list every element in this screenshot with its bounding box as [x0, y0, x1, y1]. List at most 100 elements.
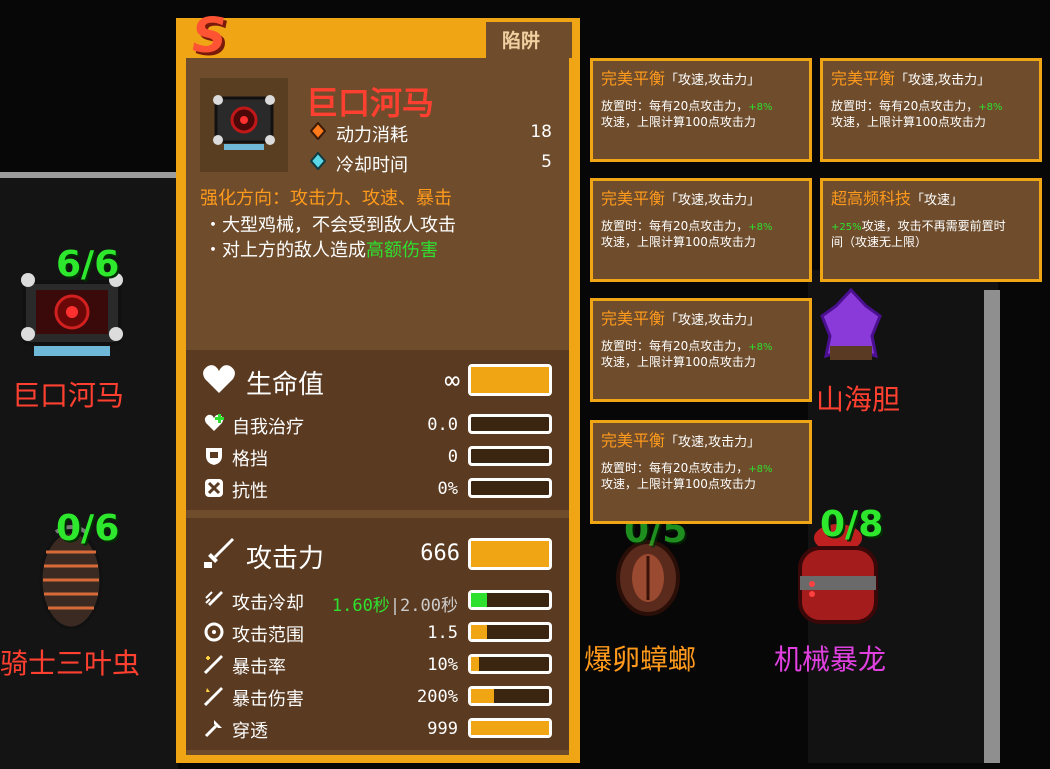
attack-cooldown-label: 攻击冷却 — [232, 593, 304, 614]
crit-rate-bar-fill — [471, 657, 479, 671]
heal-icon — [204, 414, 224, 436]
unit-count: 6/6 — [56, 244, 120, 285]
perk-name: 超高频科技 — [831, 189, 912, 208]
perk-tags: 「攻速,攻击力」 — [665, 435, 761, 450]
attack-speed-icon — [204, 590, 224, 614]
perk-desc-prefix: 放置时：每有20点攻击力， — [601, 339, 749, 353]
attack-range-bar — [468, 622, 552, 642]
perk-card[interactable]: 超高频科技「攻速」 +25%攻速，攻击不再需要前置时 间（攻速无上限） — [820, 178, 1042, 282]
perk-desc-bonus: +8% — [748, 464, 773, 475]
pierce-label: 穿透 — [232, 721, 268, 742]
unit-name: 骑士三叶虫 — [0, 647, 141, 680]
unit-slot-hippo[interactable]: 6/6 巨口河马 — [0, 240, 150, 420]
perk-card[interactable]: 完美平衡「攻速,攻击力」 放置时：每有20点攻击力，+8% 攻速，上限计算100点… — [590, 298, 812, 402]
perk-desc-prefix: 放置时：每有20点攻击力， — [601, 99, 749, 113]
unit-name: 机械暴龙 — [774, 643, 887, 676]
perk-card[interactable]: 完美平衡「攻速,攻击力」 放置时：每有20点攻击力，+8% 攻速，上限计算100点… — [590, 178, 812, 282]
block-bar — [468, 446, 552, 466]
perk-desc-bonus: +8% — [748, 342, 773, 353]
unit-name: 爆卵蟑螂 — [584, 643, 697, 676]
unit-count: 0/6 — [56, 508, 120, 549]
resistance-icon — [204, 478, 224, 502]
attack-bar — [468, 538, 552, 570]
perk-tags: 「攻速,攻击力」 — [665, 73, 761, 88]
unit-slot-cockroach[interactable]: 0/5 爆卵蟑螂 — [584, 510, 714, 680]
perk-name: 完美平衡 — [601, 431, 666, 450]
energy-label: 动力消耗 — [336, 125, 408, 146]
attack-title: 攻击力 — [246, 544, 325, 574]
hp-title: 生命值 — [246, 370, 325, 400]
unit-slot-trilobite[interactable]: 0/6 骑士三叶虫 — [0, 508, 160, 688]
range-icon — [204, 622, 224, 646]
cooldown-label: 冷却时间 — [336, 155, 408, 176]
attack-cooldown-value: 1.60秒|2.00秒 — [316, 591, 458, 616]
unit-name: 山海胆 — [816, 383, 901, 416]
perk-desc-line2: 攻速，上限计算100点攻击力 — [601, 235, 756, 249]
cooldown-value: 5 — [541, 152, 552, 172]
pierce-icon — [204, 718, 224, 742]
perk-tags: 「攻速,攻击力」 — [665, 193, 761, 208]
hp-value: ∞ — [444, 366, 460, 396]
unit-slot-urchin[interactable]: 山海胆 — [810, 282, 910, 416]
pierce-value: 999 — [427, 719, 458, 739]
perk-desc-bonus: +8% — [748, 102, 773, 113]
shelf-divider — [984, 290, 1000, 763]
unit-title: 巨口河马 — [306, 84, 435, 122]
energy-icon — [309, 121, 327, 141]
resistance-label: 抗性 — [232, 481, 268, 502]
perk-desc-bonus: +25% — [831, 222, 862, 233]
perk-desc-line2: 攻速，上限计算100点攻击力 — [601, 115, 756, 129]
hippo-portrait-icon — [213, 95, 275, 150]
sword-icon — [202, 536, 236, 574]
description-highlight: 高额伤害 — [366, 240, 438, 261]
perk-tags: 「攻速,攻击力」 — [895, 73, 991, 88]
perk-desc-prefix: 放置时：每有20点攻击力， — [831, 99, 979, 113]
perk-desc-line1: 攻速，攻击不再需要前置时 — [861, 219, 1006, 233]
resistance-value: 0% — [437, 479, 458, 499]
crit-damage-bar-fill — [471, 689, 495, 703]
attack-cooldown-bar — [468, 590, 552, 610]
attack-value: 666 — [420, 541, 460, 566]
pierce-bar-fill — [471, 721, 549, 735]
unit-name: 巨口河马 — [12, 379, 125, 412]
perk-name: 完美平衡 — [601, 69, 666, 88]
block-value: 0 — [447, 447, 458, 467]
cooldown-icon — [309, 151, 327, 171]
enhance-direction: 强化方向：攻击力、攻速、暴击 — [200, 188, 452, 209]
crit-rate-icon — [203, 654, 224, 678]
crit-damage-bar — [468, 686, 552, 706]
perk-name: 完美平衡 — [601, 189, 666, 208]
perk-card[interactable]: 完美平衡「攻速,攻击力」 放置时：每有20点攻击力，+8% 攻速，上限计算100点… — [820, 58, 1042, 162]
perk-desc-bonus: +8% — [748, 222, 773, 233]
perk-desc-line2: 攻速，上限计算100点攻击力 — [601, 355, 756, 369]
perk-desc-prefix: 放置时：每有20点攻击力， — [601, 219, 749, 233]
attack-range-value: 1.5 — [427, 623, 458, 643]
unit-count: 0/8 — [820, 504, 884, 545]
shield-icon — [204, 446, 224, 470]
perk-card[interactable]: 完美平衡「攻速,攻击力」 放置时：每有20点攻击力，+8% 攻速，上限计算100点… — [590, 420, 812, 524]
perk-tags: 「攻速,攻击力」 — [665, 313, 761, 328]
card-category-tab[interactable]: 陷阱 — [502, 26, 540, 53]
energy-value: 18 — [530, 122, 552, 142]
perk-card[interactable]: 完美平衡「攻速,攻击力」 放置时：每有20点攻击力，+8% 攻速，上限计算100点… — [590, 58, 812, 162]
crit-rate-bar — [468, 654, 552, 674]
urchin-icon — [820, 287, 882, 360]
perk-desc-line2: 攻速，上限计算100点攻击力 — [601, 477, 756, 491]
crit-damage-value: 200% — [417, 687, 458, 707]
pierce-bar — [468, 718, 552, 738]
description-line-2-text: ・对上方的敌人造成 — [204, 240, 366, 261]
description-line-2: ・对上方的敌人造成高额伤害 — [204, 236, 438, 262]
heart-icon — [202, 364, 236, 398]
attack-bar-fill — [471, 541, 549, 567]
attack-cooldown-current: 1.60秒 — [331, 596, 390, 616]
hp-bar-fill — [471, 367, 549, 393]
attack-cooldown-bar-fill — [471, 593, 487, 607]
unit-portrait — [200, 78, 288, 172]
grade-badge: S — [192, 8, 229, 64]
crit-rate-label: 暴击率 — [232, 657, 286, 678]
self-heal-bar — [468, 414, 552, 434]
perk-name: 完美平衡 — [601, 309, 666, 328]
resistance-bar — [468, 478, 552, 498]
unit-slot-mech-rex[interactable]: 0/8 机械暴龙 — [770, 504, 910, 684]
perk-desc-line2: 攻速，上限计算100点攻击力 — [831, 115, 986, 129]
